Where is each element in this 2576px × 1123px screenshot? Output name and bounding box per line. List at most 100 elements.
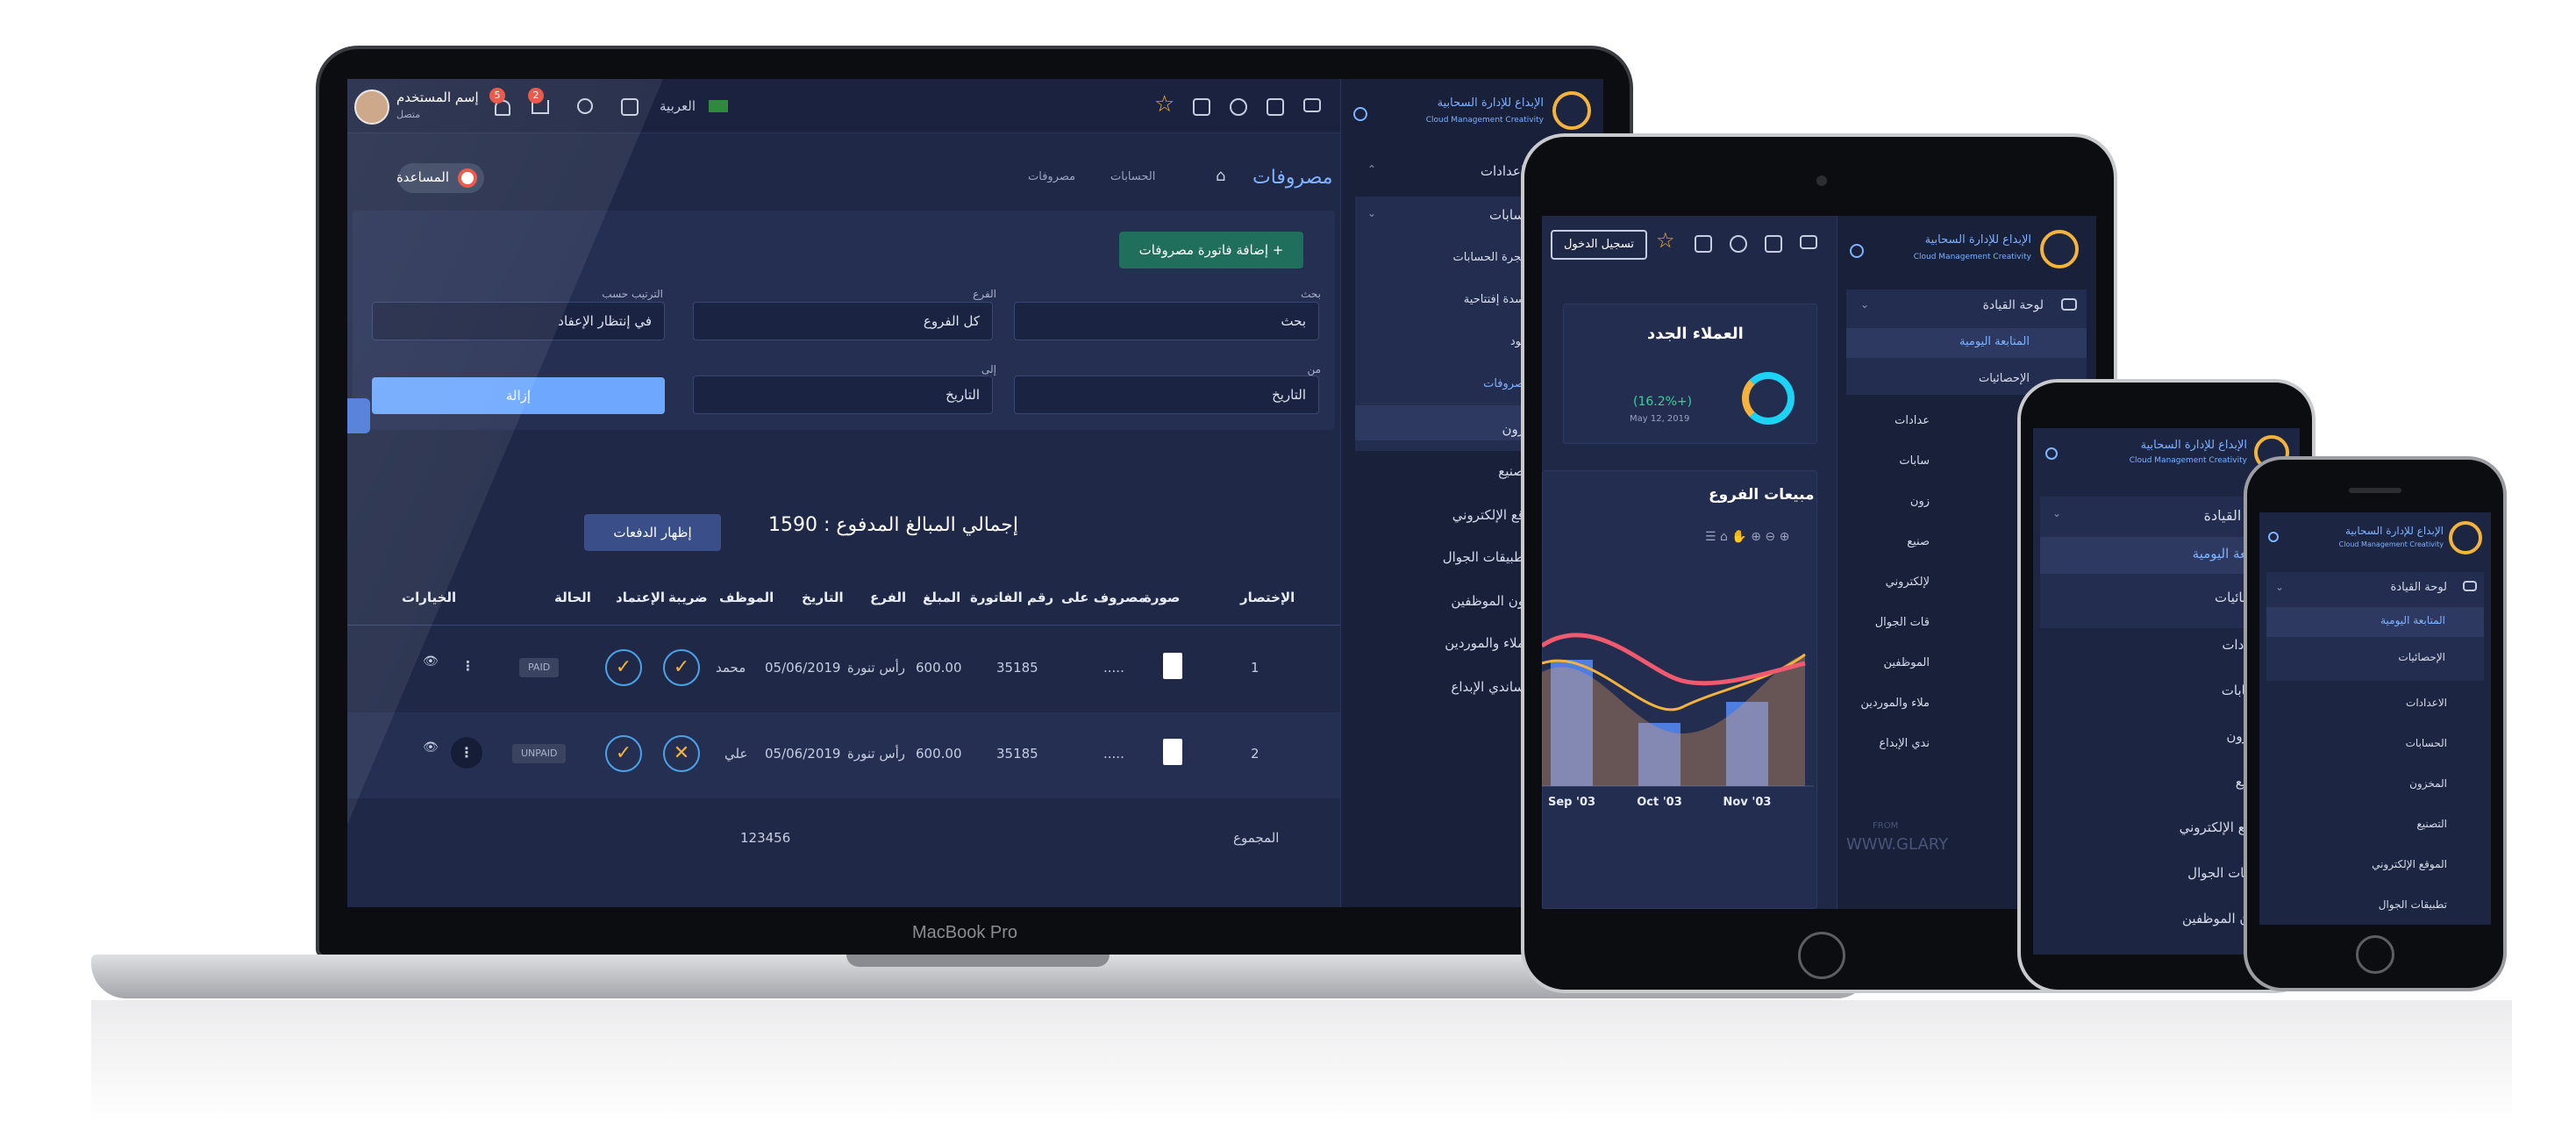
sidebar-item-employees[interactable]: ون الموظفين <box>1451 593 1524 609</box>
fullscreen-icon[interactable] <box>621 98 639 116</box>
sidebar-item[interactable]: سابات <box>1899 454 1930 468</box>
kebab-menu-icon[interactable]: ⋮ <box>461 658 475 674</box>
approval-toggle[interactable]: ✓ <box>605 649 642 686</box>
sidebar-item-accounts[interactable]: سابات <box>1489 207 1524 223</box>
calendar-icon[interactable] <box>1695 235 1712 253</box>
help-button[interactable]: المساعدة <box>396 163 484 193</box>
sidebar-item-stats[interactable]: الإحصائيات <box>1979 372 2030 385</box>
clear-button[interactable]: إزالة <box>372 377 665 414</box>
sidebar-item-dashboard[interactable]: لوحة القيادة <box>1983 298 2044 312</box>
row-index: 1 <box>1251 660 1259 676</box>
sidebar-item[interactable]: الحسابات <box>2406 737 2447 749</box>
table-row[interactable]: 1 ..... 35185 600.00 رأس تنورة 05/06/201… <box>347 626 1340 712</box>
chevron-down-icon[interactable]: ⌄ <box>2275 581 2284 593</box>
target-icon[interactable] <box>1850 244 1864 258</box>
calendar-icon[interactable] <box>1193 98 1210 116</box>
sidebar-item[interactable]: تطبيقات الجوال <box>2379 898 2447 911</box>
sidebar-item-website[interactable]: قع الإلكتروني <box>1452 507 1524 523</box>
check-icon[interactable] <box>1230 98 1247 116</box>
login-button[interactable]: تسجيل الدخول <box>1551 230 1647 260</box>
sidebar-item[interactable]: ملاء والموردين <box>1860 697 1930 710</box>
receipt-icon[interactable] <box>1163 653 1182 679</box>
row-employee: علي <box>724 746 748 762</box>
sidebar-item-settings[interactable]: اعدادات <box>1481 163 1524 179</box>
main-content: إسم المستخدم متصل 5 2 العربية ☆ مصروفات … <box>347 79 1340 907</box>
sidebar-item[interactable]: المخزون <box>2409 777 2447 790</box>
tablet-home-button[interactable] <box>1798 932 1845 979</box>
new-customers-title: العملاء الجدد <box>1647 325 1744 343</box>
mail-icon[interactable] <box>1303 98 1321 112</box>
sidebar-item-expenses[interactable]: صروفات <box>1483 377 1524 390</box>
target-icon[interactable] <box>2045 447 2058 460</box>
sidebar-item[interactable]: عدادات <box>1895 414 1930 427</box>
sidebar-item[interactable]: ندي الإبداع <box>1879 737 1930 750</box>
chat-icon[interactable] <box>1765 235 1782 253</box>
sum-label: المجموع <box>1233 830 1280 846</box>
sidebar-item[interactable]: زون <box>1910 495 1930 508</box>
home-icon[interactable]: ⌂ <box>1216 167 1225 185</box>
sidebar-item[interactable]: الموقع الإلكتروني <box>2372 858 2447 870</box>
sidebar-item-stats[interactable]: الإحصائيات <box>2398 651 2445 663</box>
search-label: بحث <box>1301 288 1321 300</box>
check-icon[interactable] <box>1730 235 1747 253</box>
row-amount: 600.00 <box>916 660 962 676</box>
chevron-down-icon[interactable]: ⌄ <box>2052 507 2061 519</box>
kebab-menu-icon[interactable]: ⋮ <box>451 737 482 769</box>
col-header-amount: المبلغ <box>923 590 961 605</box>
sidebar-item-mobile-apps[interactable]: طبيقات الجوال <box>1443 549 1524 565</box>
mail-icon[interactable] <box>1800 235 1817 249</box>
approval-toggle[interactable]: ✓ <box>605 735 642 772</box>
sidebar-item[interactable]: الاعدادات <box>2406 697 2447 709</box>
sidebar-item[interactable]: صنيع <box>1907 535 1930 548</box>
donut-chart <box>1742 372 1795 425</box>
sidebar-item-daily[interactable]: المتابعة اليومية <box>1959 335 2030 348</box>
table-row[interactable]: 2 ..... 35185 600.00 رأس تنورة 05/06/201… <box>347 712 1340 798</box>
search-icon[interactable] <box>577 98 593 114</box>
from-label: من <box>1307 363 1321 376</box>
view-icon[interactable]: 👁 <box>423 654 439 669</box>
search-input[interactable]: بحث <box>1014 302 1319 340</box>
phone2-home-button[interactable] <box>2356 935 2394 974</box>
avatar[interactable] <box>354 89 389 125</box>
sidebar-item[interactable]: الموظفين <box>1883 656 1930 669</box>
sidebar-item-opening-balance[interactable]: سدة إفتتاحية <box>1464 293 1524 306</box>
chat-icon[interactable] <box>1267 98 1284 116</box>
tax-toggle[interactable]: ✓ <box>663 649 700 686</box>
language-label[interactable]: العربية <box>660 98 696 114</box>
target-icon[interactable] <box>2268 532 2279 542</box>
receipt-icon[interactable] <box>1163 739 1182 765</box>
top-bar: إسم المستخدم متصل 5 2 العربية ☆ <box>347 79 1340 133</box>
chevron-down-icon[interactable]: ⌄ <box>1860 298 1869 311</box>
user-name[interactable]: إسم المستخدم <box>396 89 479 105</box>
row-branch: رأس تنورة <box>847 746 906 762</box>
from-date-input[interactable]: التاريخ <box>1014 376 1319 414</box>
sidebar-item-customers[interactable]: ملاء والموردين <box>1445 635 1524 651</box>
status-badge: UNPAID <box>512 744 567 763</box>
show-payments-button[interactable]: إظهار الدفعات <box>584 514 721 551</box>
sidebar-item[interactable]: التصنيع <box>2416 818 2447 830</box>
tax-toggle[interactable]: ✕ <box>663 735 700 772</box>
sidebar-item-chart-of-accounts[interactable]: يجرة الحسابات <box>1453 251 1524 264</box>
total-paid: إجمالي المبالغ المدفوع : 1590 <box>768 514 1018 536</box>
chevron-down-icon[interactable]: ⌄ <box>1367 207 1376 219</box>
sort-select[interactable]: في إنتظار الإعفاد <box>372 302 665 340</box>
to-date-input[interactable]: التاريخ <box>693 376 993 414</box>
chevron-up-icon[interactable]: ⌃ <box>1367 163 1376 175</box>
branch-select[interactable]: كل الفروع <box>693 302 993 340</box>
star-icon[interactable]: ☆ <box>1656 228 1675 253</box>
sidebar-item-support[interactable]: ساندي الإبداع <box>1451 679 1524 695</box>
settings-tab-icon[interactable] <box>347 398 370 433</box>
sidebar-item[interactable]: قات الجوال <box>1875 616 1930 629</box>
star-icon[interactable]: ☆ <box>1154 91 1174 118</box>
sidebar-item[interactable]: لإلكتروني <box>1886 576 1930 589</box>
target-icon[interactable] <box>1353 107 1367 121</box>
add-invoice-button[interactable]: إضافة فاتورة مصروفات + <box>1119 232 1303 268</box>
sidebar-item-dashboard[interactable]: لوحة القيادة <box>2391 581 2447 594</box>
new-customers-change: (16.2%+) <box>1633 395 1693 409</box>
col-header-expense-on: مصروف على <box>1061 590 1146 605</box>
phone2-screen: الإبداع للإدارة السحابية Cloud Managemen… <box>2259 512 2491 925</box>
chart-toolbar-icons[interactable]: ☰ ⌂ ✋ ⊕ ⊖ ⊕ <box>1705 530 1789 544</box>
view-icon[interactable]: 👁 <box>423 740 439 755</box>
sidebar-item-daily[interactable]: المتابعة اليومية <box>2380 614 2445 626</box>
breadcrumb-accounts[interactable]: الحسابات <box>1110 170 1155 183</box>
